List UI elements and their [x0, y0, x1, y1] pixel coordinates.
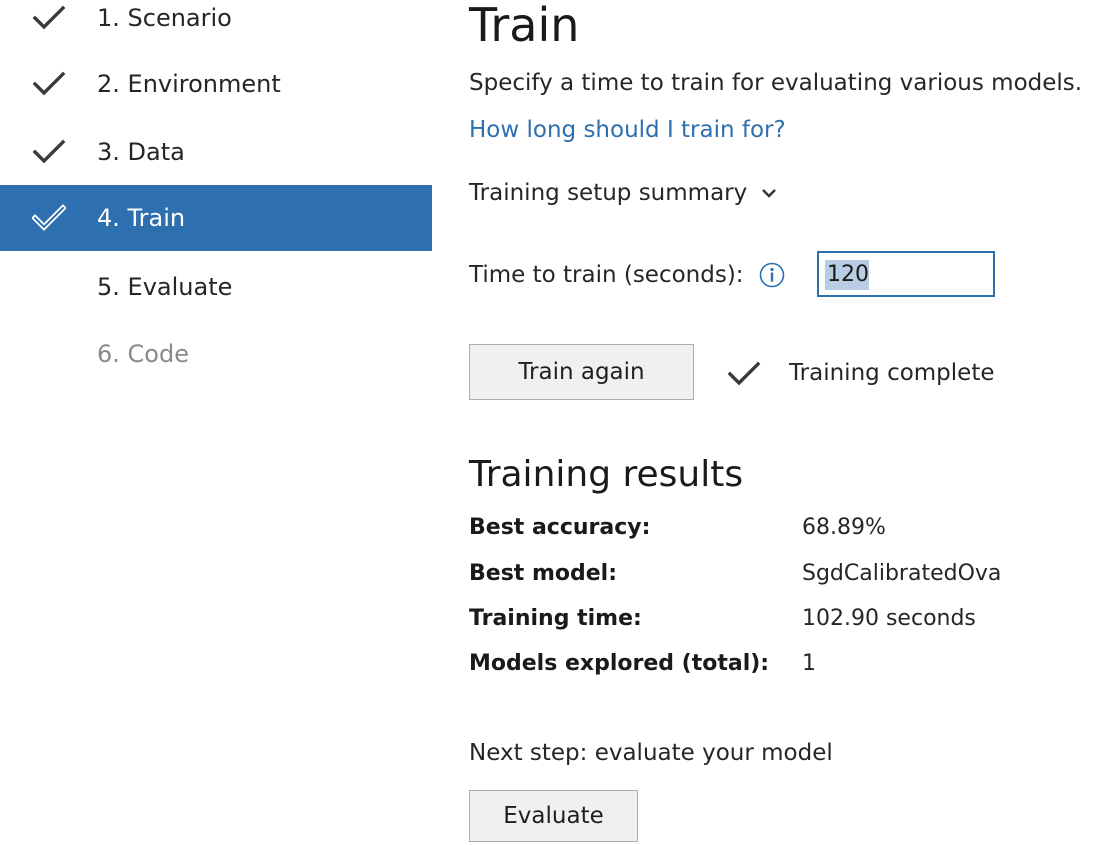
- sidebar-step-label: 1. Scenario: [97, 4, 232, 32]
- sidebar-step-label: 6. Code: [97, 340, 189, 368]
- checkmark-icon: [32, 139, 66, 164]
- next-step-text: Next step: evaluate your model: [469, 740, 833, 766]
- result-value: 102.90 seconds: [802, 606, 976, 631]
- sidebar-step-label: 4. Train: [97, 204, 186, 232]
- result-key: Best accuracy:: [469, 515, 651, 540]
- evaluate-button[interactable]: Evaluate: [469, 790, 638, 842]
- sidebar-step-train[interactable]: 4. Train: [0, 185, 432, 251]
- time-to-train-input[interactable]: 120: [817, 251, 995, 297]
- checkmark-icon: [32, 71, 66, 96]
- checkmark-outline-icon: [32, 204, 66, 231]
- sidebar-step-scenario[interactable]: 1. Scenario: [0, 0, 432, 51]
- checkmark-icon: [727, 361, 761, 386]
- train-again-button[interactable]: Train again: [469, 344, 694, 400]
- sidebar-step-label: 5. Evaluate: [97, 273, 233, 301]
- sidebar-step-environment[interactable]: 2. Environment: [0, 51, 432, 117]
- training-results-heading: Training results: [469, 454, 744, 495]
- result-key: Models explored (total):: [469, 651, 770, 676]
- app-root: 1. Scenario 2. Environment 3. Data 4. Tr…: [0, 0, 1100, 845]
- info-icon[interactable]: [759, 262, 785, 288]
- result-key: Best model:: [469, 561, 618, 586]
- help-link[interactable]: How long should I train for?: [469, 117, 786, 143]
- checkmark-icon: [32, 5, 66, 30]
- summary-label: Training setup summary: [469, 180, 748, 206]
- page-title: Train: [469, 0, 580, 52]
- page-description: Specify a time to train for evaluating v…: [469, 70, 1083, 96]
- chevron-down-icon: [762, 189, 777, 198]
- sidebar-step-code: 6. Code: [0, 321, 432, 387]
- time-to-train-value: 120: [827, 262, 869, 287]
- result-value: 1: [802, 651, 816, 676]
- training-setup-summary-toggle[interactable]: Training setup summary: [469, 180, 777, 206]
- wizard-steps-sidebar: 1. Scenario 2. Environment 3. Data 4. Tr…: [0, 0, 432, 845]
- result-value: 68.89%: [802, 515, 886, 540]
- time-to-train-label: Time to train (seconds):: [469, 262, 744, 288]
- result-key: Training time:: [469, 606, 642, 631]
- sidebar-step-data[interactable]: 3. Data: [0, 119, 432, 185]
- sidebar-step-evaluate[interactable]: 5. Evaluate: [0, 254, 432, 320]
- train-panel: Train Specify a time to train for evalua…: [469, 0, 1100, 845]
- sidebar-step-label: 3. Data: [97, 138, 185, 166]
- sidebar-step-label: 2. Environment: [97, 70, 281, 98]
- result-value: SgdCalibratedOva: [802, 561, 1002, 586]
- training-status: Training complete: [789, 360, 995, 386]
